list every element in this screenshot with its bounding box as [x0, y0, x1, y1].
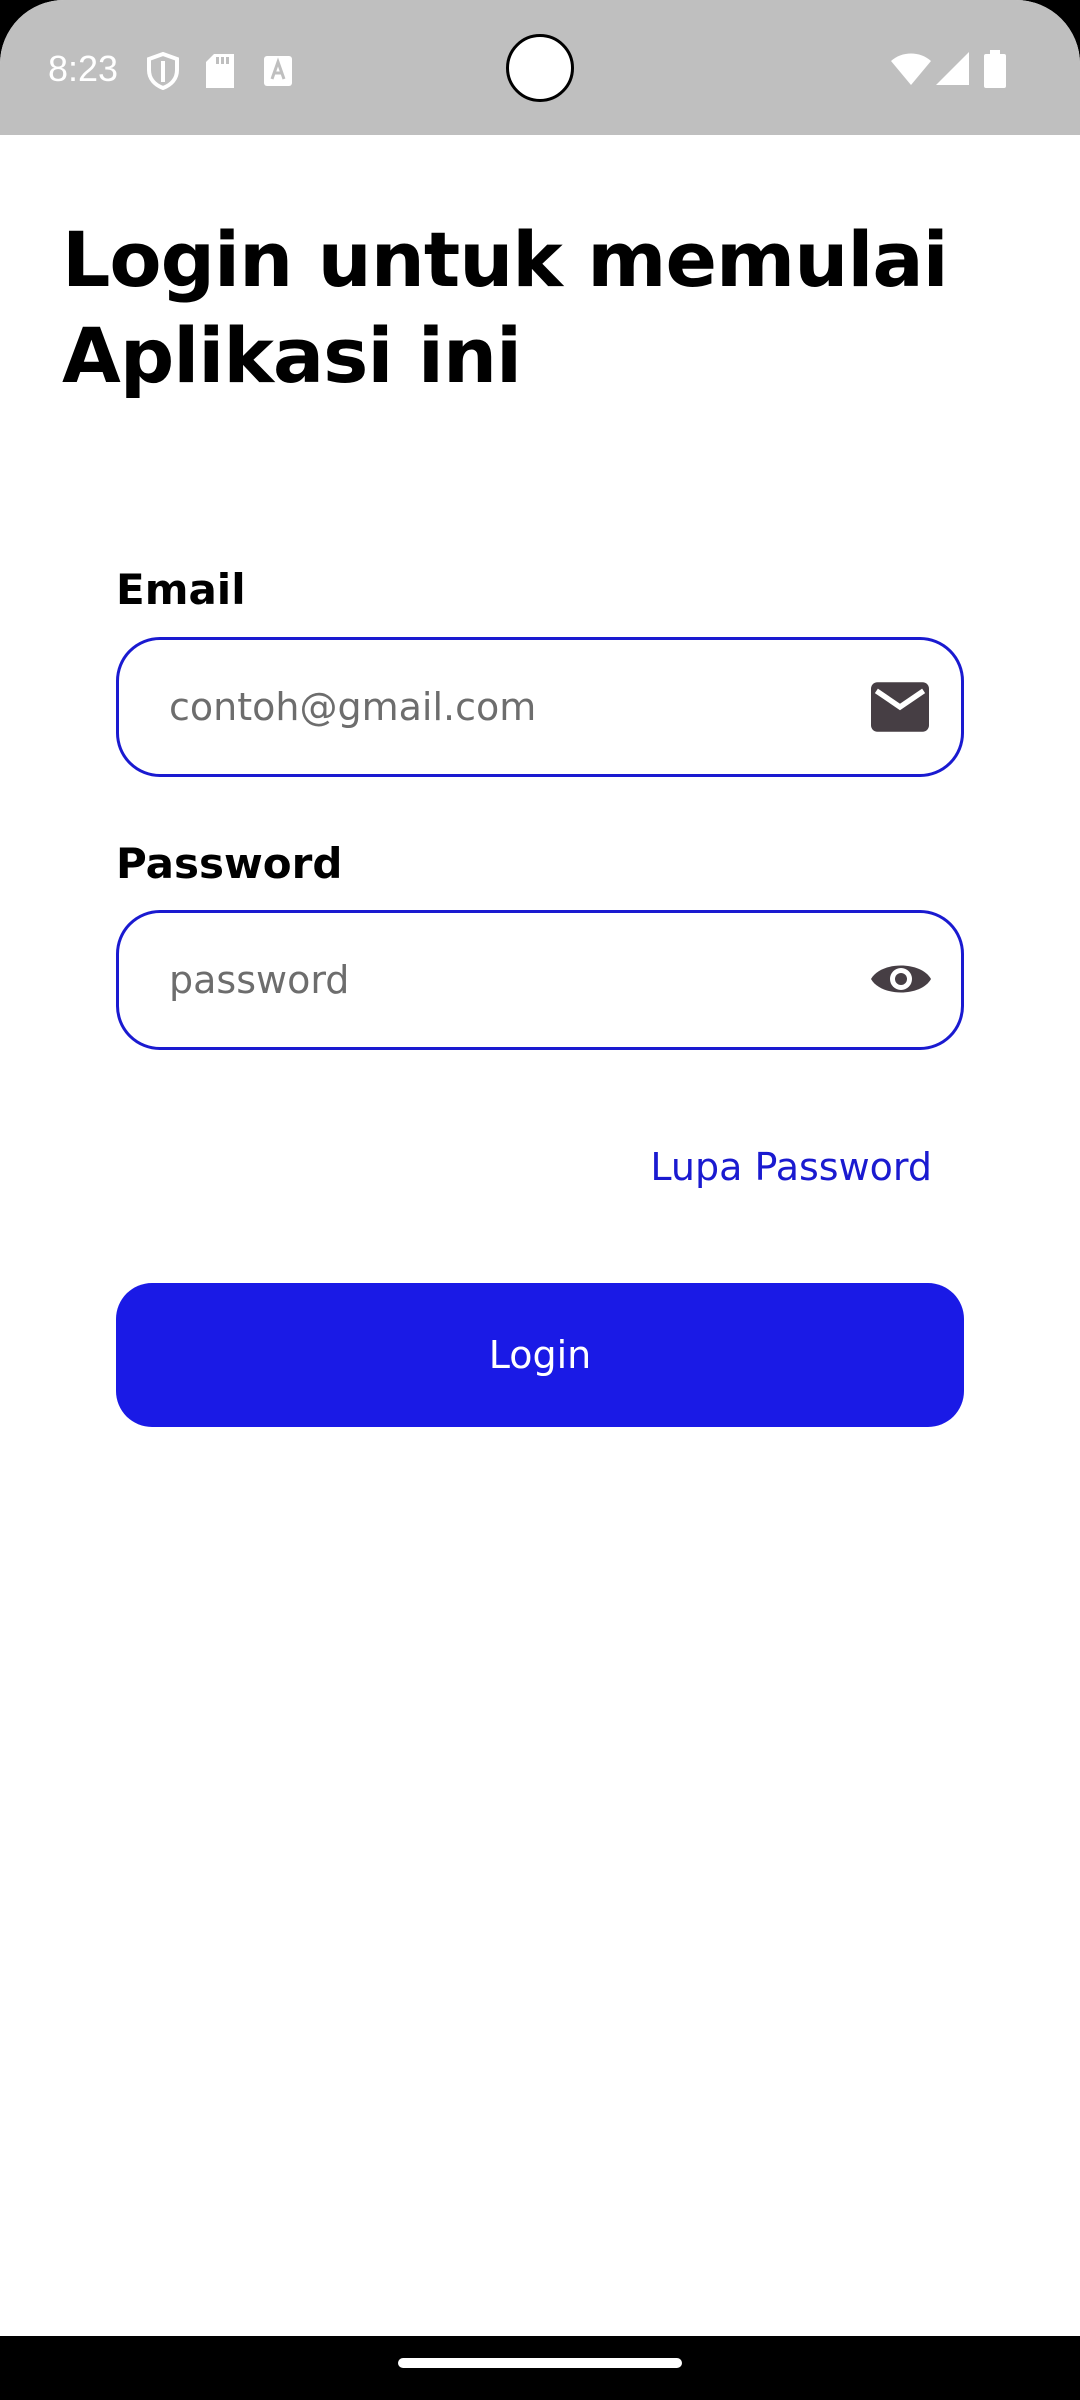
navigation-bar [0, 2336, 1080, 2400]
battery-icon [984, 50, 1006, 88]
email-input[interactable] [169, 640, 809, 774]
wifi-icon [891, 53, 931, 85]
camera-cutout [506, 34, 574, 102]
mail-icon [871, 682, 929, 732]
login-button[interactable]: Login [116, 1283, 964, 1427]
password-field[interactable] [116, 910, 964, 1050]
status-time: 8:23 [48, 48, 119, 89]
shield-icon [147, 52, 179, 90]
email-field[interactable] [116, 637, 964, 777]
login-screen: 8:23 Login untuk memulai Aplikasi ini Em… [0, 0, 1080, 2400]
page-title: Login untuk memulai Aplikasi ini [62, 215, 949, 400]
eye-icon[interactable] [871, 959, 931, 999]
home-indicator[interactable] [398, 2358, 682, 2368]
email-label: Email [116, 565, 246, 614]
font-icon [264, 56, 292, 86]
forgot-password-link[interactable]: Lupa Password [650, 1140, 932, 1194]
password-label: Password [116, 839, 343, 888]
status-bar: 8:23 [0, 0, 1080, 135]
cellular-signal-icon [936, 52, 969, 85]
password-input[interactable] [169, 913, 809, 1047]
sd-card-icon [206, 54, 234, 88]
